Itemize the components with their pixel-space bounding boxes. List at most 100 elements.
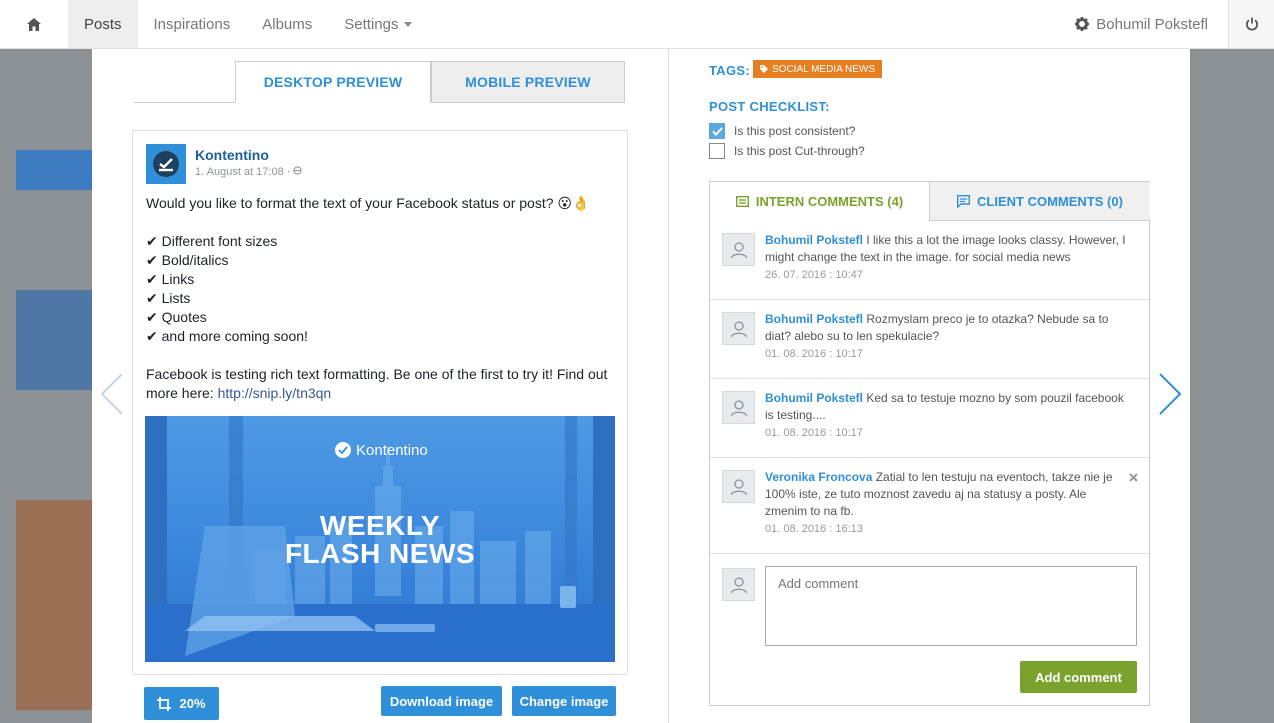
comments-panel: INTERN COMMENTS (4) CLIENT COMMENTS (0) … [709, 181, 1150, 706]
nav-settings[interactable]: Settings [328, 0, 428, 48]
post-header: Kontentino 1. August at 17:08 · [146, 144, 303, 184]
comment-text: Veronika Froncova Zatial to len testuju … [765, 469, 1130, 538]
post-detail-modal: DESKTOP PREVIEW MOBILE PREVIEW Kontentin… [92, 49, 1190, 723]
user-name: Bohumil Pokstefl [1096, 15, 1208, 33]
nav-albums[interactable]: Albums [246, 0, 328, 48]
comment-author[interactable]: Bohumil Pokstefl [765, 391, 863, 405]
avatar [722, 568, 755, 601]
logout-button[interactable] [1228, 0, 1274, 48]
comment-item: Veronika Froncova Zatial to len testuju … [710, 458, 1149, 554]
tag-label: SOCIAL MEDIA NEWS [772, 63, 875, 75]
checklist-label: POST CHECKLIST: [709, 99, 830, 114]
tab-desktop-label: DESKTOP PREVIEW [263, 74, 403, 90]
comment-bubble-icon [957, 194, 971, 208]
background-card [16, 290, 92, 390]
nav-settings-label: Settings [344, 15, 399, 33]
post-line: Would you like to format the text of you… [146, 195, 590, 211]
crop-button[interactable]: 20% [144, 687, 219, 720]
post-line: ✔ Different font sizes [146, 233, 278, 249]
post-line: ✔ Links [146, 271, 195, 287]
avatar [722, 470, 755, 503]
checklist-item: Is this post consistent? [709, 123, 855, 139]
preview-tabs: DESKTOP PREVIEW MOBILE PREVIEW [134, 61, 625, 103]
user-icon [730, 399, 747, 416]
avatar [722, 312, 755, 345]
crop-icon [157, 696, 172, 711]
facebook-post-preview: Kontentino 1. August at 17:08 · Would yo… [132, 130, 628, 675]
delete-comment-button[interactable] [1129, 470, 1138, 485]
crop-label: 20% [179, 696, 206, 711]
background-card [16, 500, 92, 710]
post-line-link: more here: http://snip.ly/tn3qn [146, 384, 616, 403]
tab-client-label: CLIENT COMMENTS (0) [977, 193, 1123, 209]
comment-date: 01. 08. 2016 : 16:13 [765, 523, 863, 535]
checklist-checkbox[interactable] [709, 143, 725, 159]
comment-item: Bohumil Pokstefl Ked sa to testuje mozno… [710, 379, 1149, 458]
kontentino-logo-icon [153, 151, 179, 177]
prev-arrow-icon[interactable] [100, 373, 124, 415]
background-page-right [1190, 49, 1274, 723]
post-link[interactable]: http://snip.ly/tn3qn [218, 385, 332, 401]
nav-posts[interactable]: Posts [68, 0, 138, 48]
next-arrow-icon[interactable] [1158, 373, 1182, 415]
post-time-text: 1. August at 17:08 · [195, 166, 294, 178]
user-icon [730, 241, 747, 258]
comment-author[interactable]: Veronika Froncova [765, 470, 872, 484]
page-name[interactable]: Kontentino [195, 147, 302, 163]
comment-list-icon [735, 196, 749, 207]
caret-down-icon [404, 21, 413, 27]
add-comment-button[interactable]: Add comment [1020, 661, 1137, 693]
comment-date: 01. 08. 2016 : 10:17 [765, 427, 863, 439]
tab-desktop-preview[interactable]: DESKTOP PREVIEW [235, 61, 431, 103]
comment-text: Bohumil Pokstefl I like this a lot the i… [765, 232, 1130, 284]
page-avatar [146, 144, 186, 184]
tab-intern-comments[interactable]: INTERN COMMENTS (4) [710, 182, 930, 221]
add-comment-label: Add comment [1035, 669, 1122, 685]
post-line [146, 213, 616, 232]
checklist-item-label: Is this post consistent? [734, 124, 856, 138]
column-divider [668, 49, 669, 723]
power-icon [1245, 17, 1258, 31]
comment-item: Bohumil Pokstefl Rozmyslam preco je to o… [710, 300, 1149, 379]
comment-input[interactable] [765, 566, 1137, 646]
post-text: Would you like to format the text of you… [146, 194, 616, 403]
comment-date: 26. 07. 2016 : 10:47 [765, 269, 863, 281]
post-meta: Kontentino 1. August at 17:08 · [195, 144, 303, 184]
download-image-button[interactable]: Download image [381, 686, 502, 716]
post-line: ✔ Quotes [146, 309, 207, 325]
post-line: ✔ and more coming soon! [146, 328, 308, 344]
tag-badge[interactable]: SOCIAL MEDIA NEWS [753, 60, 882, 78]
download-image-label: Download image [389, 693, 494, 709]
post-line: ✔ Bold/italics [146, 252, 229, 268]
nav-posts-label: Posts [84, 15, 122, 33]
checklist-item: Is this post Cut-through? [709, 143, 865, 159]
comment-text: Bohumil Pokstefl Ked sa to testuje mozno… [765, 390, 1130, 442]
comment-date: 01. 08. 2016 : 10:17 [765, 348, 863, 360]
top-navbar: Posts Inspirations Albums Settings Bohum… [0, 0, 1274, 49]
comment-author[interactable]: Bohumil Pokstefl [765, 233, 863, 247]
post-line [146, 346, 616, 365]
comment-author[interactable]: Bohumil Pokstefl [765, 312, 863, 326]
checklist-item-label: Is this post Cut-through? [734, 144, 865, 158]
avatar [722, 391, 755, 424]
avatar [722, 233, 755, 266]
nav-inspirations[interactable]: Inspirations [138, 0, 247, 48]
post-image[interactable]: Kontentino WEEKLY FLASH NEWS [145, 416, 615, 662]
tab-mobile-preview[interactable]: MOBILE PREVIEW [431, 61, 625, 103]
user-menu[interactable]: Bohumil Pokstefl [1075, 16, 1228, 33]
comment-text: Bohumil Pokstefl Rozmyslam preco je to o… [765, 311, 1130, 363]
image-brand: Kontentino [356, 442, 428, 459]
close-icon [1129, 473, 1138, 482]
tab-client-comments[interactable]: CLIENT COMMENTS (0) [930, 182, 1150, 221]
change-image-button[interactable]: Change image [512, 686, 616, 716]
home-button[interactable] [0, 0, 68, 48]
post-more-text: more here: [146, 385, 218, 401]
tags-label: TAGS: [709, 63, 750, 78]
gear-icon [1075, 17, 1090, 31]
tab-mobile-label: MOBILE PREVIEW [465, 74, 591, 90]
post-time: 1. August at 17:08 · [195, 166, 303, 178]
checklist-checkbox[interactable] [709, 123, 725, 139]
change-image-label: Change image [519, 693, 609, 709]
tab-intern-label: INTERN COMMENTS (4) [755, 194, 904, 209]
home-icon [27, 17, 41, 31]
